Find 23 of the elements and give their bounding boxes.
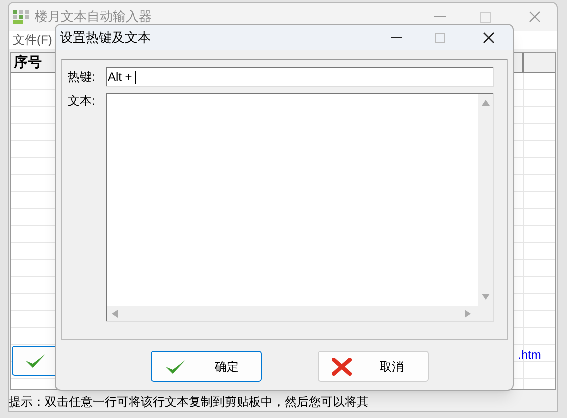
cross-icon — [332, 358, 352, 376]
text-area[interactable] — [106, 93, 494, 322]
scroll-down-icon[interactable] — [482, 294, 490, 300]
cancel-button[interactable]: 取消 — [318, 351, 429, 382]
field-label: 文本: — [68, 93, 96, 109]
status-text: 提示：双击任意一行可将该行文本复制到剪贴板中，然后您可以将其 — [9, 394, 370, 411]
maximize-icon[interactable] — [480, 12, 491, 22]
scroll-up-icon[interactable] — [482, 100, 490, 106]
dialog-title: 设置热键及文本 — [60, 28, 151, 47]
minimize-icon[interactable] — [391, 36, 402, 38]
check-icon — [165, 358, 187, 374]
scroll-right-icon[interactable] — [465, 310, 471, 318]
field-label: 热键: — [68, 69, 96, 86]
scroll-left-icon[interactable] — [112, 310, 118, 318]
menu-item[interactable]: 文件(F) — [11, 31, 54, 49]
close-icon[interactable] — [483, 32, 495, 44]
hotkey-field[interactable]: Alt + — [106, 67, 494, 87]
ok-button[interactable]: 确定 — [151, 351, 262, 382]
check-icon — [25, 353, 47, 369]
window-title: 楼月文本自动输入器 — [35, 8, 152, 26]
maximize-icon[interactable] — [435, 32, 445, 42]
link[interactable]: .htm — [518, 346, 542, 364]
app-icon — [13, 10, 29, 24]
